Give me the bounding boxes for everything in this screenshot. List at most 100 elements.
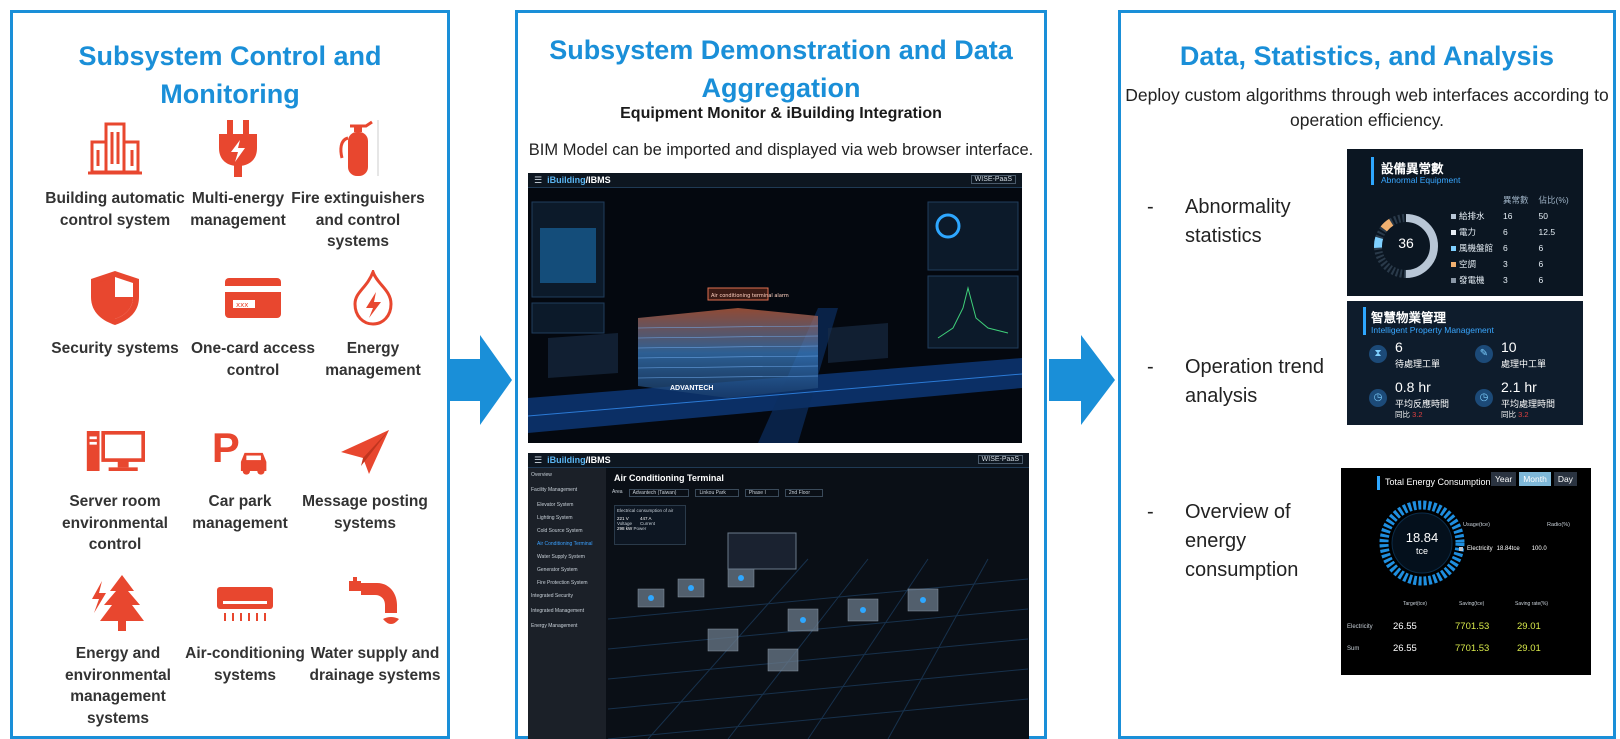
consumption-widget: Electrical consumption of air 221 V Volta…: [614, 505, 686, 545]
plug-icon: [208, 118, 268, 178]
air-conditioning-screenshot: ☰ iBuilding/IBMS WISE-PaaS Overview Faci…: [528, 453, 1029, 739]
nav-item-active[interactable]: Air Conditioning Terminal: [531, 541, 603, 547]
app-header: ☰ iBuilding/IBMS WISE-PaaS: [528, 173, 1022, 188]
subsystem-item[interactable]: Water supply and drainage systems: [305, 573, 445, 686]
ratio-header: Radio(%): [1547, 522, 1570, 528]
energy-consumption-card: Total Energy Consumption Year Month Day …: [1341, 468, 1591, 675]
faucet-icon: [345, 573, 405, 633]
nav-item[interactable]: Water Supply System: [531, 554, 603, 560]
nav-item[interactable]: Cold Source System: [531, 528, 603, 534]
stat-label: 處理中工單: [1501, 359, 1547, 369]
building-icon: [85, 118, 145, 178]
filter-select[interactable]: 2nd Floor: [784, 489, 823, 497]
metric-value: 298 kW: [617, 526, 633, 531]
nav-item[interactable]: Facility Management: [531, 487, 603, 493]
subsystem-label: One-card access control: [190, 340, 316, 379]
metric-label: Power: [633, 526, 647, 531]
nav-item[interactable]: Energy Management: [531, 623, 603, 629]
nav-item[interactable]: Lighting System: [531, 515, 603, 521]
property-management-card: 智慧物業管理 Intelligent Property Management ⧗…: [1347, 301, 1583, 425]
subsystem-item[interactable]: P Car park management: [170, 421, 310, 534]
legend-row: Electricity 18.84tce 100.0: [1459, 546, 1547, 552]
subsystem-label: Energy management: [325, 340, 421, 379]
flow-arrow-right: [1049, 335, 1115, 425]
row-target: 26.55: [1393, 643, 1417, 654]
subsystem-item[interactable]: Fire extinguishers and control systems: [288, 118, 428, 253]
subsystem-control-panel: Subsystem Control and Monitoring Buildin…: [10, 10, 450, 739]
stat-note: 同比 3.2: [1395, 410, 1423, 419]
row-rate: 29.01: [1517, 643, 1541, 654]
filter-select[interactable]: Advantech (Taiwan): [628, 489, 690, 497]
panel-subtitle: Equipment Monitor & iBuilding Integratio…: [620, 105, 942, 122]
table-row: 風機盤館 6 6: [1447, 241, 1573, 255]
sidebar-nav: Overview Facility Management Elevator Sy…: [528, 468, 606, 739]
tab-year[interactable]: Year: [1491, 472, 1517, 486]
row-name: Sum: [1347, 646, 1360, 652]
table-header: Target(tce): [1403, 601, 1427, 607]
subsystem-label: Message posting systems: [302, 493, 428, 532]
table-header: 佔比(%): [1538, 195, 1569, 205]
row-name: Electricity: [1347, 624, 1373, 630]
row-rate: 29.01: [1517, 621, 1541, 632]
subsystem-item[interactable]: Air-conditioning systems: [175, 573, 315, 686]
card-title: 智慧物業管理: [1371, 311, 1447, 325]
table-header: 異常數: [1503, 195, 1529, 205]
bim-model-screenshot: ☰ iBuilding/IBMS WISE-PaaS Air condition…: [528, 173, 1022, 443]
tree-bolt-icon: [88, 573, 148, 633]
table-row: 給排水 16 50: [1447, 209, 1573, 223]
stat-note: 同比 3.2: [1501, 410, 1529, 419]
bullet-dash: -: [1147, 501, 1154, 523]
panel-description: Deploy custom algorithms through web int…: [1125, 85, 1609, 130]
panel-title: Subsystem Demonstration and Data Aggrega…: [549, 35, 1013, 103]
card-subtitle: Intelligent Property Management: [1371, 325, 1494, 335]
nav-item[interactable]: Elevator System: [531, 502, 603, 508]
paper-plane-icon: [335, 421, 395, 481]
menu-icon[interactable]: ☰: [534, 455, 542, 466]
panel-title: Subsystem Control and Monitoring: [78, 41, 382, 109]
widget-title: Electrical consumption of air: [617, 508, 674, 513]
tab-day[interactable]: Day: [1553, 472, 1577, 486]
subsystem-item[interactable]: Energy management: [303, 268, 443, 381]
nav-item[interactable]: Fire Protection System: [531, 580, 603, 586]
gauge-unit: tce: [1415, 546, 1428, 556]
subsystem-label: Server room environmental control: [62, 493, 168, 553]
nav-item[interactable]: Integrated Management: [531, 608, 603, 614]
row-target: 26.55: [1393, 621, 1417, 632]
bullet-text: Operation trend analysis: [1185, 356, 1324, 407]
nav-item[interactable]: Integrated Security: [531, 593, 603, 599]
stat-value: 6: [1395, 339, 1403, 355]
bullet-dash: -: [1147, 196, 1154, 218]
filter-bar: Area Advantech (Taiwan) Linkou Park Phas…: [612, 489, 823, 497]
subsystem-item[interactable]: Building automatic control system: [45, 118, 185, 231]
subsystem-item[interactable]: Security systems: [45, 268, 185, 360]
stat-label: 待處理工單: [1395, 359, 1441, 369]
nav-item[interactable]: Overview: [531, 472, 603, 478]
table-row: 電力 6 12.5: [1447, 225, 1573, 239]
tab-month[interactable]: Month: [1519, 472, 1551, 486]
subsystem-label: Fire extinguishers and control systems: [291, 190, 425, 250]
stat-value: 10: [1501, 339, 1517, 355]
stat-value: 0.8 hr: [1395, 379, 1431, 395]
filter-select[interactable]: Linkou Park: [695, 489, 739, 497]
bim-3d-scene: Air conditioning terminal alarm ADVANTEC…: [528, 188, 1022, 443]
table-header: Saving(tce): [1459, 601, 1485, 607]
row-saving: 7701.53: [1455, 621, 1490, 632]
card-title: Total Energy Consumption: [1385, 477, 1491, 487]
abnormal-equipment-card: 設備異常數 Abnormal Equipment 36 異常數 佔比(%) 給排水…: [1347, 149, 1583, 296]
subsystem-item[interactable]: Energy and environmental management syst…: [48, 573, 188, 729]
computer-icon: [85, 421, 145, 481]
subsystem-item[interactable]: Server room environmental control: [45, 421, 185, 556]
card-subtitle: Abnormal Equipment: [1381, 175, 1461, 185]
subsystem-item[interactable]: Multi-energy management: [168, 118, 308, 231]
bullet-text: Abnormality statistics: [1185, 196, 1291, 247]
subsystem-label: Building automatic control system: [45, 190, 185, 229]
subsystem-demonstration-panel: Subsystem Demonstration and Data Aggrega…: [515, 10, 1047, 739]
app-logo: iBuilding: [547, 175, 586, 185]
nav-item[interactable]: Generator System: [531, 567, 603, 573]
subsystem-item[interactable]: Message posting systems: [295, 421, 435, 534]
menu-icon[interactable]: ☰: [534, 175, 542, 186]
subsystem-item[interactable]: xxx One-card access control: [183, 268, 323, 381]
table-header: Saving rate(%): [1515, 601, 1549, 607]
filter-select[interactable]: Phase I: [744, 489, 779, 497]
platform-badge: WISE-PaaS: [977, 455, 1023, 464]
